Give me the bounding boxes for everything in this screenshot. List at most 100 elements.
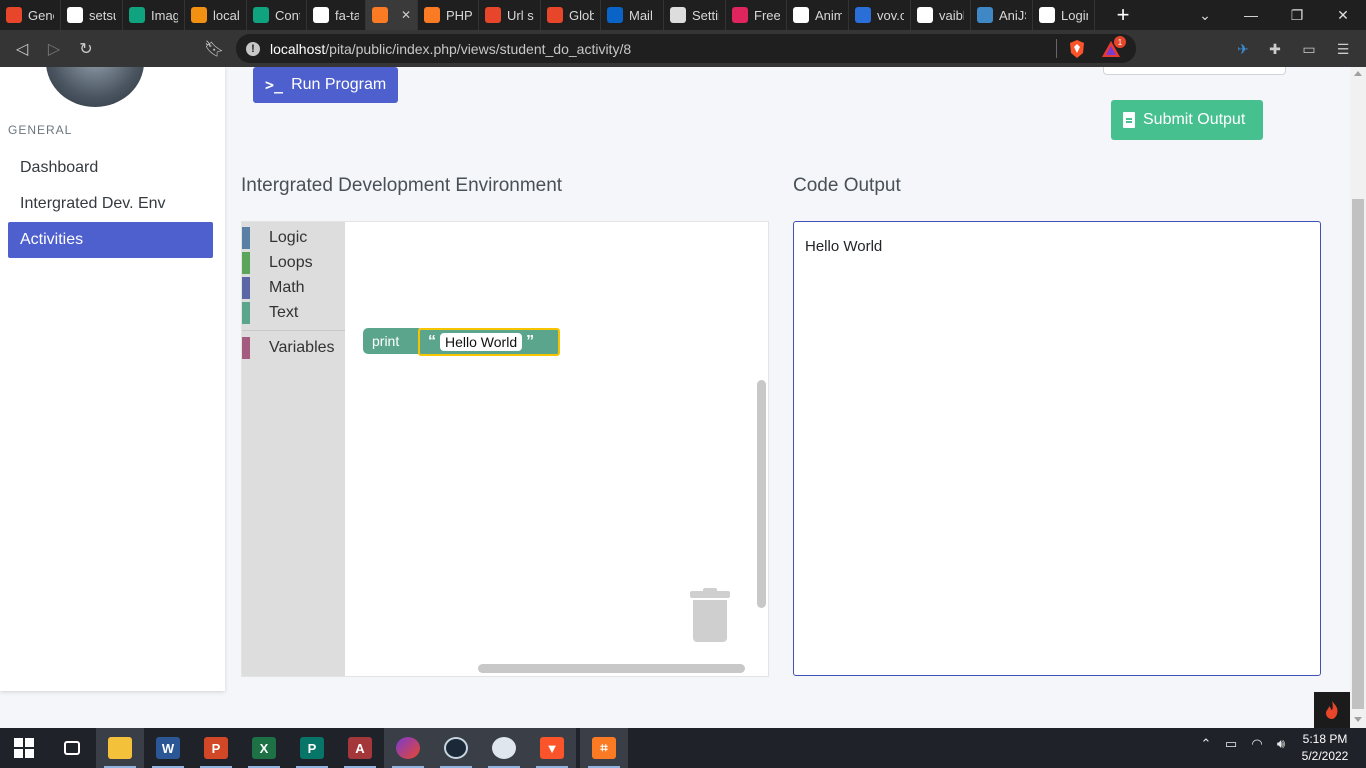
access-icon[interactable]: A [336, 728, 384, 768]
github-icon [917, 7, 933, 23]
trash-icon[interactable] [690, 588, 730, 643]
tab-title: vov.c [877, 7, 904, 23]
steam-icon[interactable] [432, 728, 480, 768]
browser-tab[interactable]: PHP C [418, 0, 479, 30]
scrollbar-thumb[interactable] [1352, 199, 1364, 709]
codeigniter-flame-icon[interactable] [1314, 692, 1350, 728]
anijs-icon [977, 7, 993, 23]
toolbox-category-loops[interactable]: Loops [242, 252, 313, 274]
powerpoint-icon[interactable]: P [192, 728, 240, 768]
minimize-button[interactable]: — [1228, 0, 1274, 30]
task-view-icon[interactable] [48, 728, 96, 768]
browser-tab[interactable]: localh [185, 0, 247, 30]
wifi-icon[interactable]: ◠ [1246, 736, 1268, 752]
submit-output-label: Submit Output [1143, 111, 1246, 128]
category-swatch [242, 227, 250, 249]
run-program-label: Run Program [291, 76, 387, 93]
new-tab-button[interactable]: + [1106, 0, 1140, 30]
workspace-vertical-scrollbar[interactable] [757, 380, 766, 608]
address-bar[interactable]: ! localhost /pita/public/index.php/views… [236, 34, 1136, 63]
page-scrollbar[interactable] [1350, 67, 1366, 728]
photo-app-icon[interactable] [384, 728, 432, 768]
clock-time: 5:18 PM [1302, 732, 1348, 746]
page-content: GENERAL Dashboard Intergrated Dev. Env A… [0, 67, 1366, 728]
brave-icon[interactable]: ▼ [528, 728, 576, 768]
browser-tab[interactable]: H✕ [366, 0, 418, 30]
a-icon [855, 7, 871, 23]
brave-shields-icon[interactable] [1066, 38, 1088, 60]
print-block[interactable]: print [363, 328, 423, 354]
site-info-icon[interactable]: ! [246, 41, 260, 56]
excel-icon[interactable]: X [240, 728, 288, 768]
windows-start-icon[interactable] [0, 728, 48, 768]
open-quote-icon: “ [428, 333, 436, 350]
tab-title: Url se [507, 7, 534, 23]
browser-tab[interactable]: vov.c [849, 0, 911, 30]
battery-icon[interactable]: ▭ [1220, 736, 1242, 752]
toolbox-category-math[interactable]: Math [242, 277, 305, 299]
wallet-icon[interactable]: ▭ [1298, 38, 1320, 60]
tab-search-chevron-icon[interactable]: ⌄ [1182, 0, 1228, 30]
toolbox-category-text[interactable]: Text [242, 302, 298, 324]
tab-title: AniJS [999, 7, 1026, 23]
browser-tab[interactable]: AniJS [971, 0, 1033, 30]
reload-button[interactable]: ↻ [70, 33, 102, 65]
outlook-icon [607, 7, 623, 23]
run-program-button[interactable]: >_ Run Program [253, 67, 398, 103]
toolbox-category-variables[interactable]: Variables [242, 337, 335, 359]
tab-title: Login [1061, 7, 1088, 23]
restore-button[interactable]: ❐ [1274, 0, 1320, 30]
show-hidden-icons-icon[interactable]: ⌃ [1196, 736, 1216, 752]
forward-button[interactable]: ▷ [38, 33, 70, 65]
browser-tab[interactable]: setsu [61, 0, 123, 30]
browser-tab[interactable]: vaibh [911, 0, 971, 30]
browser-tab[interactable]: Globa [541, 0, 601, 30]
close-window-button[interactable]: ✕ [1320, 0, 1366, 30]
tab-title: Imag [151, 7, 178, 23]
blender-icon[interactable] [480, 728, 528, 768]
file-explorer-icon[interactable] [96, 728, 144, 768]
submit-output-button[interactable]: Submit Output [1111, 100, 1263, 140]
back-button[interactable]: ◁ [6, 33, 38, 65]
brave-rewards-icon[interactable]: 1 [1100, 36, 1126, 60]
browser-tab[interactable]: Gene [0, 0, 61, 30]
activity-select[interactable] [1103, 67, 1286, 75]
publisher-icon[interactable]: P [288, 728, 336, 768]
blockly-workspace[interactable]: Logic Loops Math Text Variables print “ … [241, 221, 769, 677]
browser-tab[interactable]: Url se [479, 0, 541, 30]
extension-translate-icon[interactable]: ✈ [1232, 38, 1254, 60]
word-icon[interactable]: W [144, 728, 192, 768]
toolbox-category-logic[interactable]: Logic [242, 227, 307, 249]
sidebar-item-dashboard[interactable]: Dashboard [8, 150, 213, 186]
bookmark-icon[interactable]: 🔖︎ [198, 33, 230, 65]
clock-date: 5/2/2022 [1301, 749, 1349, 763]
tab-title: Mail - [629, 7, 657, 23]
tab-title: H [394, 8, 395, 23]
browser-tab[interactable]: Conte [247, 0, 307, 30]
volume-icon[interactable]: 🔊︎ [1270, 736, 1292, 752]
browser-tab[interactable]: Mail - [601, 0, 664, 30]
browser-tab[interactable]: Settin [664, 0, 726, 30]
browser-tab[interactable]: Imag [123, 0, 185, 30]
sidebar-item-activities[interactable]: Activities [8, 222, 213, 258]
tab-title: Settin [692, 7, 719, 23]
xampp-icon[interactable]: ⌗ [580, 728, 628, 768]
text-block-field[interactable]: Hello World [440, 333, 523, 351]
close-tab-icon[interactable]: ✕ [401, 8, 411, 22]
browser-tab[interactable]: Anim [787, 0, 849, 30]
browser-tab[interactable]: Freela [726, 0, 787, 30]
workspace-horizontal-scrollbar[interactable] [478, 664, 745, 673]
scroll-down-icon[interactable] [1354, 717, 1362, 722]
tab-title: PHP C [446, 7, 472, 23]
category-swatch [242, 337, 250, 359]
scroll-up-icon[interactable] [1354, 71, 1362, 76]
sidebar-item-ide[interactable]: Intergrated Dev. Env [8, 186, 213, 222]
browser-tab[interactable]: fa-tas [307, 0, 366, 30]
menu-icon[interactable]: ☰ [1332, 38, 1354, 60]
browser-tab[interactable]: Login [1033, 0, 1095, 30]
taskbar-clock[interactable]: 5:18 PM 5/2/2022 [1294, 731, 1356, 765]
category-swatch [242, 277, 250, 299]
terminal-icon: >_ [265, 76, 284, 94]
text-block[interactable]: “ Hello World ” [418, 328, 560, 356]
extensions-puzzle-icon[interactable]: ✚ [1264, 38, 1286, 60]
